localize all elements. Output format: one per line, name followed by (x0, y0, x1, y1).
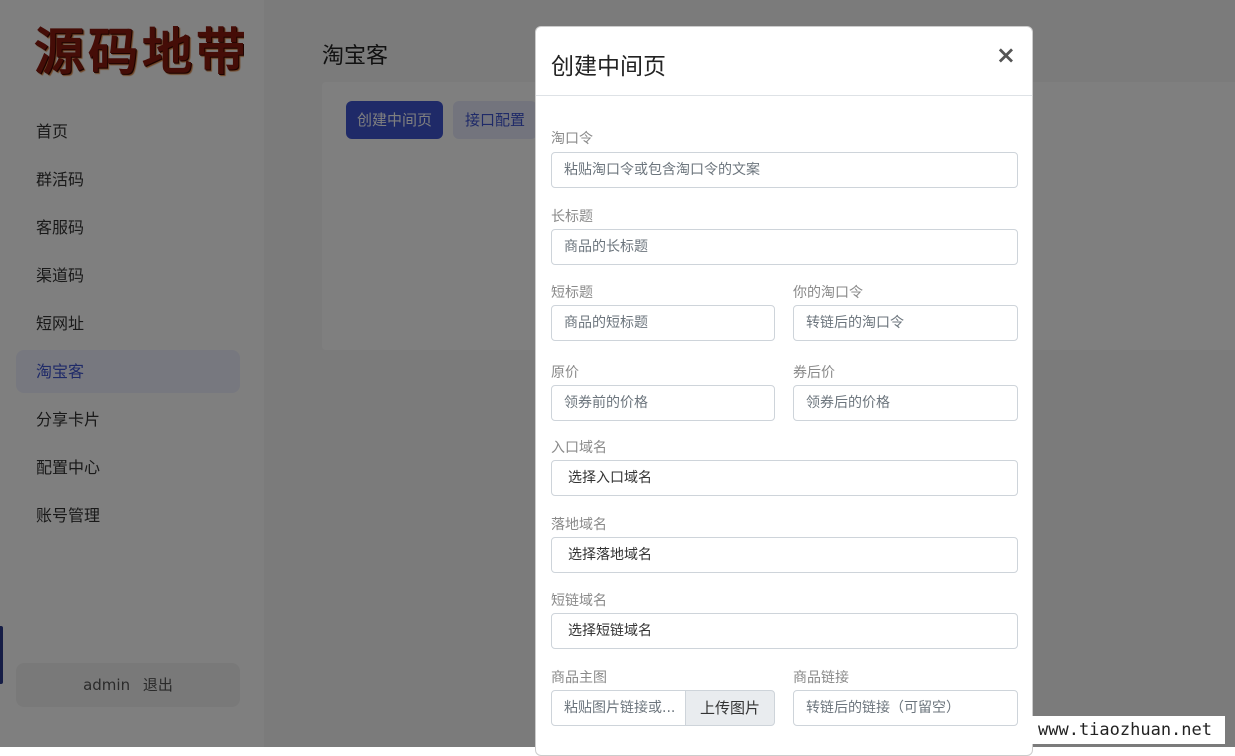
product-link-input[interactable]: 转链后的链接（可留空） (793, 690, 1018, 726)
product-link-label: 商品链接 (793, 667, 849, 687)
coupon-price-label: 券后价 (793, 362, 835, 382)
modal-header: 创建中间页 × (536, 27, 1032, 96)
entry-domain-label: 入口域名 (551, 437, 607, 457)
landing-domain-select[interactable]: 选择落地域名 (551, 537, 1018, 573)
close-icon[interactable]: × (996, 43, 1016, 67)
original-price-label: 原价 (551, 362, 579, 382)
create-page-modal: 创建中间页 × 淘口令 粘贴淘口令或包含淘口令的文案 长标题 商品的长标题 短标… (535, 26, 1033, 756)
short-domain-select[interactable]: 选择短链域名 (551, 613, 1018, 649)
landing-domain-label: 落地域名 (551, 514, 607, 534)
main-image-label: 商品主图 (551, 667, 607, 687)
tkl-input[interactable]: 粘贴淘口令或包含淘口令的文案 (551, 152, 1018, 188)
long-title-input[interactable]: 商品的长标题 (551, 229, 1018, 265)
main-image-input[interactable]: 粘贴图片链接或... (551, 690, 686, 726)
tkl-label: 淘口令 (551, 128, 593, 148)
your-tkl-input[interactable]: 转链后的淘口令 (793, 305, 1018, 341)
short-title-label: 短标题 (551, 282, 593, 302)
modal-title: 创建中间页 (551, 47, 666, 81)
watermark: www.tiaozhuan.net (1025, 716, 1225, 744)
original-price-input[interactable]: 领券前的价格 (551, 385, 775, 421)
coupon-price-input[interactable]: 领券后的价格 (793, 385, 1018, 421)
short-domain-label: 短链域名 (551, 590, 607, 610)
entry-domain-select[interactable]: 选择入口域名 (551, 460, 1018, 496)
short-title-input[interactable]: 商品的短标题 (551, 305, 775, 341)
long-title-label: 长标题 (551, 206, 593, 226)
your-tkl-label: 你的淘口令 (793, 282, 863, 302)
upload-image-button[interactable]: 上传图片 (685, 690, 775, 726)
